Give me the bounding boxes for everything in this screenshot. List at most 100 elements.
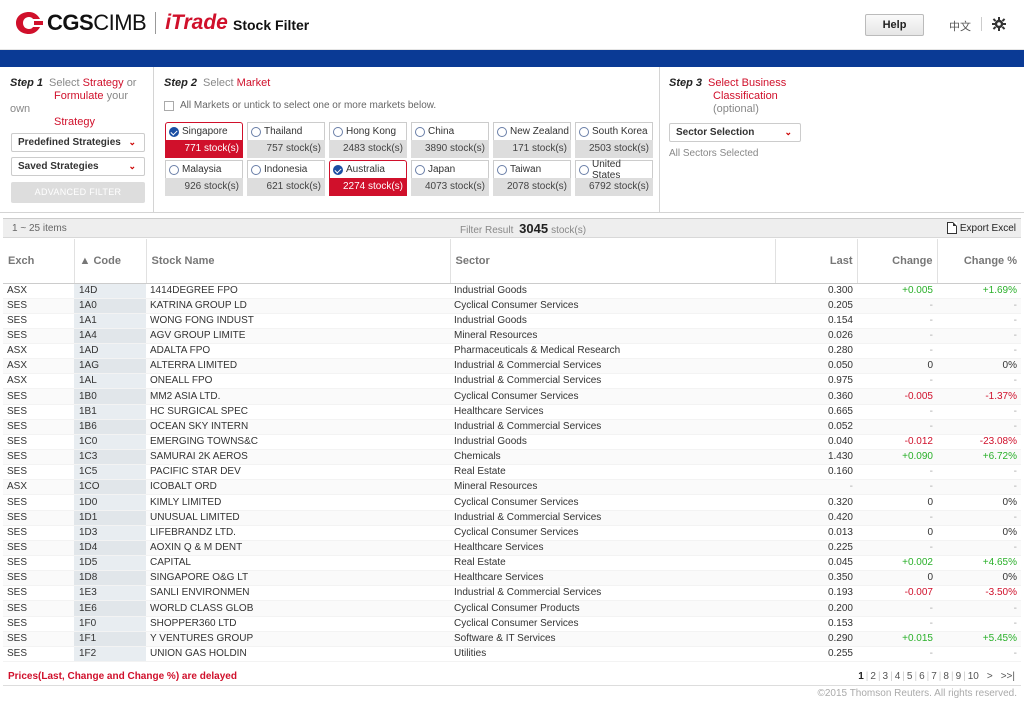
table-row[interactable]: SES 1C3 SAMURAI 2K AEROS Chemicals 1.430 +0.0… — [3, 449, 1021, 466]
cell-change-pct: - — [937, 404, 1021, 420]
column-header-change-pct[interactable]: Change % — [937, 239, 1021, 284]
cell-sector: Cyclical Consumer Services — [450, 298, 775, 314]
cell-stock-name: ADALTA FPO — [146, 343, 450, 360]
market-option-new-zealand[interactable]: New Zealand 171 stock(s) — [493, 122, 571, 158]
market-name: Thailand — [264, 126, 303, 137]
table-row[interactable]: SES 1D8 SINGAPORE O&G LT Healthcare Service… — [3, 570, 1021, 587]
cell-code: 1A0 — [74, 298, 146, 314]
cell-sector: Industrial & Commercial Services — [450, 358, 775, 375]
column-header-sector[interactable]: Sector — [450, 239, 776, 284]
radio-icon[interactable] — [169, 164, 179, 175]
market-option-united-states[interactable]: United States 6792 stock(s) — [575, 159, 653, 196]
cell-change-pct: +5.45% — [937, 631, 1021, 647]
help-button[interactable]: Help — [865, 14, 924, 36]
cell-sector: Cyclical Consumer Services — [450, 525, 775, 541]
page-link[interactable]: 6 — [919, 671, 925, 682]
cell-change: - — [857, 298, 937, 314]
cell-last: 0.300 — [775, 283, 857, 299]
market-option-australia[interactable]: Australia 2274 stock(s) — [329, 160, 407, 196]
market-option-hong-kong[interactable]: Hong Kong 2483 stock(s) — [329, 122, 407, 158]
market-name: China — [428, 126, 455, 137]
market-option-japan[interactable]: Japan 4073 stock(s) — [411, 160, 489, 196]
cell-last: 0.154 — [775, 313, 857, 329]
table-row[interactable]: SES 1A1 WONG FONG INDUST Industrial Goods 0.… — [3, 313, 1021, 329]
market-option-thailand[interactable]: Thailand 757 stock(s) — [247, 122, 325, 158]
table-row[interactable]: SES 1D0 KIMLY LIMITED Cyclical Consumer Ser… — [3, 494, 1021, 511]
cell-stock-name: WONG FONG INDUST — [146, 313, 450, 329]
cell-last: 0.200 — [775, 600, 857, 617]
radio-icon[interactable] — [169, 126, 179, 137]
radio-icon[interactable] — [415, 164, 425, 175]
radio-icon[interactable] — [333, 126, 343, 137]
page-last-link[interactable]: >>| — [1001, 671, 1015, 682]
table-row[interactable]: ASX 14D 1414DEGREE FPO Industrial Goods 0.30… — [3, 283, 1021, 299]
market-option-south-korea[interactable]: South Korea 2503 stock(s) — [575, 122, 653, 158]
page-link[interactable]: 1 — [858, 671, 864, 682]
saved-strategies-dropdown[interactable]: Saved Strategies ⌄ — [11, 157, 145, 176]
page-link[interactable]: 5 — [907, 671, 913, 682]
all-markets-checkbox[interactable]: All Markets or untick to select one or m… — [164, 100, 436, 111]
export-excel-button[interactable]: Export Excel — [946, 222, 1016, 234]
radio-icon[interactable] — [333, 164, 343, 175]
page-link[interactable]: 10 — [968, 671, 979, 682]
table-row[interactable]: SES 1A0 KATRINA GROUP LD Cyclical Consumer … — [3, 298, 1021, 314]
column-header-change[interactable]: Change — [857, 239, 938, 284]
radio-icon[interactable] — [497, 164, 507, 175]
table-row[interactable]: SES 1C0 EMERGING TOWNS&C Industrial Goods 0.… — [3, 434, 1021, 451]
radio-icon[interactable] — [579, 164, 589, 175]
page-link[interactable]: 2 — [870, 671, 876, 682]
cell-sector: Healthcare Services — [450, 404, 775, 420]
table-row[interactable]: SES 1F1 Y VENTURES GROUP Software & IT Serv… — [3, 631, 1021, 647]
radio-icon[interactable] — [579, 126, 589, 137]
page-link[interactable]: 9 — [956, 671, 962, 682]
radio-icon[interactable] — [497, 126, 507, 137]
radio-icon[interactable] — [251, 164, 261, 175]
market-option-china[interactable]: China 3890 stock(s) — [411, 122, 489, 158]
market-option-singapore[interactable]: Singapore 771 stock(s) — [165, 122, 243, 158]
table-row[interactable]: SES 1B1 HC SURGICAL SPEC Healthcare Service… — [3, 404, 1021, 420]
table-row[interactable]: SES 1F2 UNION GAS HOLDIN Utilities 0.255- - — [3, 646, 1021, 663]
table-row[interactable]: SES 1E3 SANLI ENVIRONMEN Industrial & Comme… — [3, 585, 1021, 602]
result-bar: 1 ~ 25 items Filter Result 3045 stock(s) … — [3, 218, 1021, 238]
pagination: 1 | 2 | 3 | 4 | 5 | 6 | 7 | 8 | 9 | 10 > >>| — [858, 671, 1015, 682]
cell-change: +0.002 — [857, 555, 937, 572]
market-option-taiwan[interactable]: Taiwan 2078 stock(s) — [493, 160, 571, 196]
table-row[interactable]: SES 1D1 UNUSUAL LIMITED Industrial & Commer… — [3, 510, 1021, 526]
table-row[interactable]: SES 1D5 CAPITAL Real Estate 0.045 +0.002 +4.65… — [3, 555, 1021, 572]
step1-panel: Step 1 Select Strategy or Formulate your … — [3, 67, 154, 213]
table-row[interactable]: SES 1B0 MM2 ASIA LTD. Cyclical Consumer Ser… — [3, 388, 1021, 405]
table-row[interactable]: SES 1C5 PACIFIC STAR DEV Real Estate 0.160- - — [3, 464, 1021, 481]
table-row[interactable]: ASX 1AD ADALTA FPO Pharmaceuticals & Medica… — [3, 343, 1021, 360]
table-row[interactable]: SES 1B6 OCEAN SKY INTERN Industrial & Comme… — [3, 419, 1021, 435]
gear-icon[interactable] — [992, 17, 1006, 31]
sector-selection-dropdown[interactable]: Sector Selection ⌄ — [669, 123, 801, 142]
advanced-filter-button[interactable]: ADVANCED FILTER — [11, 182, 145, 203]
radio-icon[interactable] — [415, 126, 425, 137]
page-next-link[interactable]: > — [987, 671, 993, 682]
column-header-stock-name[interactable]: Stock Name — [146, 239, 451, 284]
market-option-malaysia[interactable]: Malaysia 926 stock(s) — [165, 160, 243, 196]
radio-icon[interactable] — [251, 126, 261, 137]
cell-change-pct: -3.50% — [937, 585, 1021, 602]
predefined-strategies-dropdown[interactable]: Predefined Strategies ⌄ — [11, 133, 145, 152]
table-row[interactable]: ASX 1AG ALTERRA LIMITED Industrial & Commer… — [3, 358, 1021, 375]
table-row[interactable]: ASX 1CO ICOBALT ORD Mineral Resources - - - — [3, 479, 1021, 496]
table-row[interactable]: SES 1A4 AGV GROUP LIMITE Mineral Resources 0… — [3, 328, 1021, 345]
table-row[interactable]: ASX 1AL ONEALL FPO Industrial & Commercial … — [3, 373, 1021, 390]
cell-change: +0.015 — [857, 631, 937, 647]
table-row[interactable]: SES 1D4 AOXIN Q & M DENT Healthcare Service… — [3, 540, 1021, 557]
market-option-indonesia[interactable]: Indonesia 621 stock(s) — [247, 160, 325, 196]
page-link[interactable]: 3 — [883, 671, 889, 682]
column-header-code[interactable]: ▲ Code — [74, 239, 147, 284]
column-header-exch[interactable]: Exch — [3, 239, 75, 284]
table-row[interactable]: SES 1F0 SHOPPER360 LTD Cyclical Consumer Se… — [3, 616, 1021, 632]
cell-change: -0.005 — [857, 388, 937, 405]
page-link[interactable]: 4 — [895, 671, 901, 682]
page-link[interactable]: 8 — [943, 671, 949, 682]
table-row[interactable]: SES 1E6 WORLD CLASS GLOB Cyclical Consumer … — [3, 600, 1021, 617]
page-link[interactable]: 7 — [931, 671, 937, 682]
language-toggle[interactable]: 中文 — [949, 18, 971, 34]
table-row[interactable]: SES 1D3 LIFEBRANDZ LTD. Cyclical Consumer S… — [3, 525, 1021, 541]
column-header-last[interactable]: Last — [775, 239, 858, 284]
cgs-cimb-itrade-logo: CGS CIMB iTrade — [14, 10, 228, 36]
